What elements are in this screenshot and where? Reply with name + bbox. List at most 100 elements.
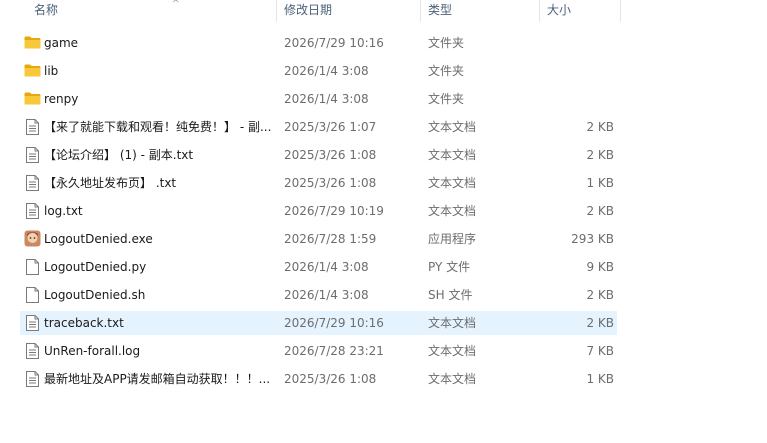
file-modified-date: 2026/7/28 1:59	[284, 232, 377, 246]
file-row[interactable]: 最新地址及APP请发邮箱自动获取！！！... 2025/3/26 1:08 文本文档…	[20, 367, 617, 391]
file-icon-cell	[23, 368, 41, 390]
column-header-type[interactable]: 类型	[421, 0, 540, 22]
file-icon-cell	[23, 312, 41, 334]
column-header-size-label: 大小	[547, 3, 572, 17]
file-modified-date: 2026/7/28 23:21	[284, 344, 384, 358]
file-type: 文本文档	[428, 344, 477, 358]
file-name: UnRen-forall.log	[44, 344, 141, 358]
file-type: 文本文档	[428, 148, 477, 162]
folder-icon	[24, 36, 41, 49]
folder-icon	[24, 64, 41, 77]
file-icon-cell	[23, 116, 41, 138]
file-row[interactable]: LogoutDenied.py 2026/1/4 3:08 PY 文件 9 KB	[20, 255, 617, 279]
file-icon-cell	[23, 32, 41, 54]
file-name: 【论坛介绍】 (1) - 副本.txt	[44, 148, 194, 162]
file-icon-cell	[23, 228, 41, 250]
text-document-icon	[26, 175, 39, 191]
file-name: 最新地址及APP请发邮箱自动获取！！！...	[44, 372, 271, 386]
file-row[interactable]: LogoutDenied.exe 2026/7/28 1:59 应用程序 293 KB	[20, 227, 617, 251]
file-type: 文件夹	[428, 64, 465, 78]
file-name: log.txt	[44, 204, 83, 218]
file-type: PY 文件	[428, 260, 471, 274]
file-modified-date: 2025/3/26 1:08	[284, 176, 377, 190]
file-type: 应用程序	[428, 232, 477, 246]
file-modified-date: 2026/1/4 3:08	[284, 92, 369, 106]
file-icon-cell	[23, 60, 41, 82]
file-modified-date: 2026/1/4 3:08	[284, 288, 369, 302]
file-type: SH 文件	[428, 288, 473, 302]
file-row[interactable]: lib 2026/1/4 3:08 文件夹	[20, 59, 617, 83]
file-size: 1 KB	[586, 176, 614, 190]
file-modified-date: 2026/7/29 10:16	[284, 36, 384, 50]
file-name: lib	[44, 64, 59, 78]
text-document-icon	[26, 371, 39, 387]
file-type: 文本文档	[428, 372, 477, 386]
column-header-name-label: 名称	[34, 3, 59, 17]
text-document-icon	[26, 147, 39, 163]
file-icon-cell	[23, 200, 41, 222]
file-name: LogoutDenied.exe	[44, 232, 153, 246]
file-size: 9 KB	[586, 260, 614, 274]
file-row[interactable]: 【论坛介绍】 (1) - 副本.txt 2025/3/26 1:08 文本文档 2 K…	[20, 143, 617, 167]
file-modified-date: 2026/1/4 3:08	[284, 260, 369, 274]
file-row[interactable]: LogoutDenied.sh 2026/1/4 3:08 SH 文件 2 KB	[20, 283, 617, 307]
file-icon-cell	[23, 284, 41, 306]
file-icon-cell	[23, 340, 41, 362]
file-row[interactable]: UnRen-forall.log 2026/7/28 23:21 文本文档 7 KB	[20, 339, 617, 363]
file-row[interactable]: traceback.txt 2026/7/29 10:16 文本文档 2 KB	[20, 311, 617, 335]
file-row[interactable]: game 2026/7/29 10:16 文件夹	[20, 31, 617, 55]
file-name: LogoutDenied.sh	[44, 288, 146, 302]
folder-icon	[24, 92, 41, 105]
file-row[interactable]: log.txt 2026/7/29 10:19 文本文档 2 KB	[20, 199, 617, 223]
file-name: game	[44, 36, 79, 50]
column-header-date-label: 修改日期	[284, 3, 333, 17]
file-type: 文本文档	[428, 316, 477, 330]
file-name: LogoutDenied.py	[44, 260, 147, 274]
file-modified-date: 2025/3/26 1:07	[284, 120, 377, 134]
file-size: 293 KB	[571, 232, 614, 246]
file-name: traceback.txt	[44, 316, 124, 330]
file-size: 2 KB	[586, 120, 614, 134]
sort-up-icon: ^	[172, 0, 180, 9]
file-row[interactable]: 【永久地址发布页】 .txt 2025/3/26 1:08 文本文档 1 KB	[20, 171, 617, 195]
file-modified-date: 2026/7/29 10:19	[284, 204, 384, 218]
file-size	[538, 60, 614, 82]
text-document-icon	[26, 315, 39, 331]
file-modified-date: 2026/7/29 10:16	[284, 316, 384, 330]
file-name: 【来了就能下载和观看！纯免费！】 - 副...	[44, 120, 272, 134]
file-type: 文件夹	[428, 92, 465, 106]
file-type: 文本文档	[428, 120, 477, 134]
file-icon-cell	[23, 256, 41, 278]
file-row[interactable]: renpy 2026/1/4 3:08 文件夹	[20, 87, 617, 111]
file-modified-date: 2025/3/26 1:08	[284, 372, 377, 386]
file-icon-cell	[23, 144, 41, 166]
file-size: 2 KB	[586, 288, 614, 302]
file-name: 【永久地址发布页】 .txt	[44, 176, 177, 190]
text-document-icon	[26, 203, 39, 219]
file-modified-date: 2026/1/4 3:08	[284, 64, 369, 78]
file-size: 2 KB	[586, 316, 614, 330]
text-document-icon	[26, 119, 39, 135]
file-size: 2 KB	[586, 204, 614, 218]
file-icon-cell	[23, 172, 41, 194]
column-header-size[interactable]: 大小	[540, 0, 621, 22]
blank-file-icon	[26, 287, 39, 303]
file-modified-date: 2025/3/26 1:08	[284, 148, 377, 162]
application-icon	[24, 230, 41, 247]
file-size	[538, 88, 614, 110]
file-name: renpy	[44, 92, 79, 106]
column-header-date[interactable]: 修改日期	[277, 0, 421, 22]
text-document-icon	[26, 343, 39, 359]
column-header-type-label: 类型	[428, 3, 453, 17]
file-row[interactable]: 【来了就能下载和观看！纯免费！】 - 副... 2025/3/26 1:07 文本文…	[20, 115, 617, 139]
file-size	[538, 32, 614, 54]
file-size: 7 KB	[586, 344, 614, 358]
column-header-name[interactable]: 名称 ^	[27, 0, 277, 22]
file-type: 文本文档	[428, 176, 477, 190]
file-icon-cell	[23, 88, 41, 110]
file-type: 文本文档	[428, 204, 477, 218]
file-type: 文件夹	[428, 36, 465, 50]
blank-file-icon	[26, 259, 39, 275]
column-header-bar: 名称 ^ 修改日期 类型 大小	[0, 0, 767, 24]
file-size: 2 KB	[586, 148, 614, 162]
